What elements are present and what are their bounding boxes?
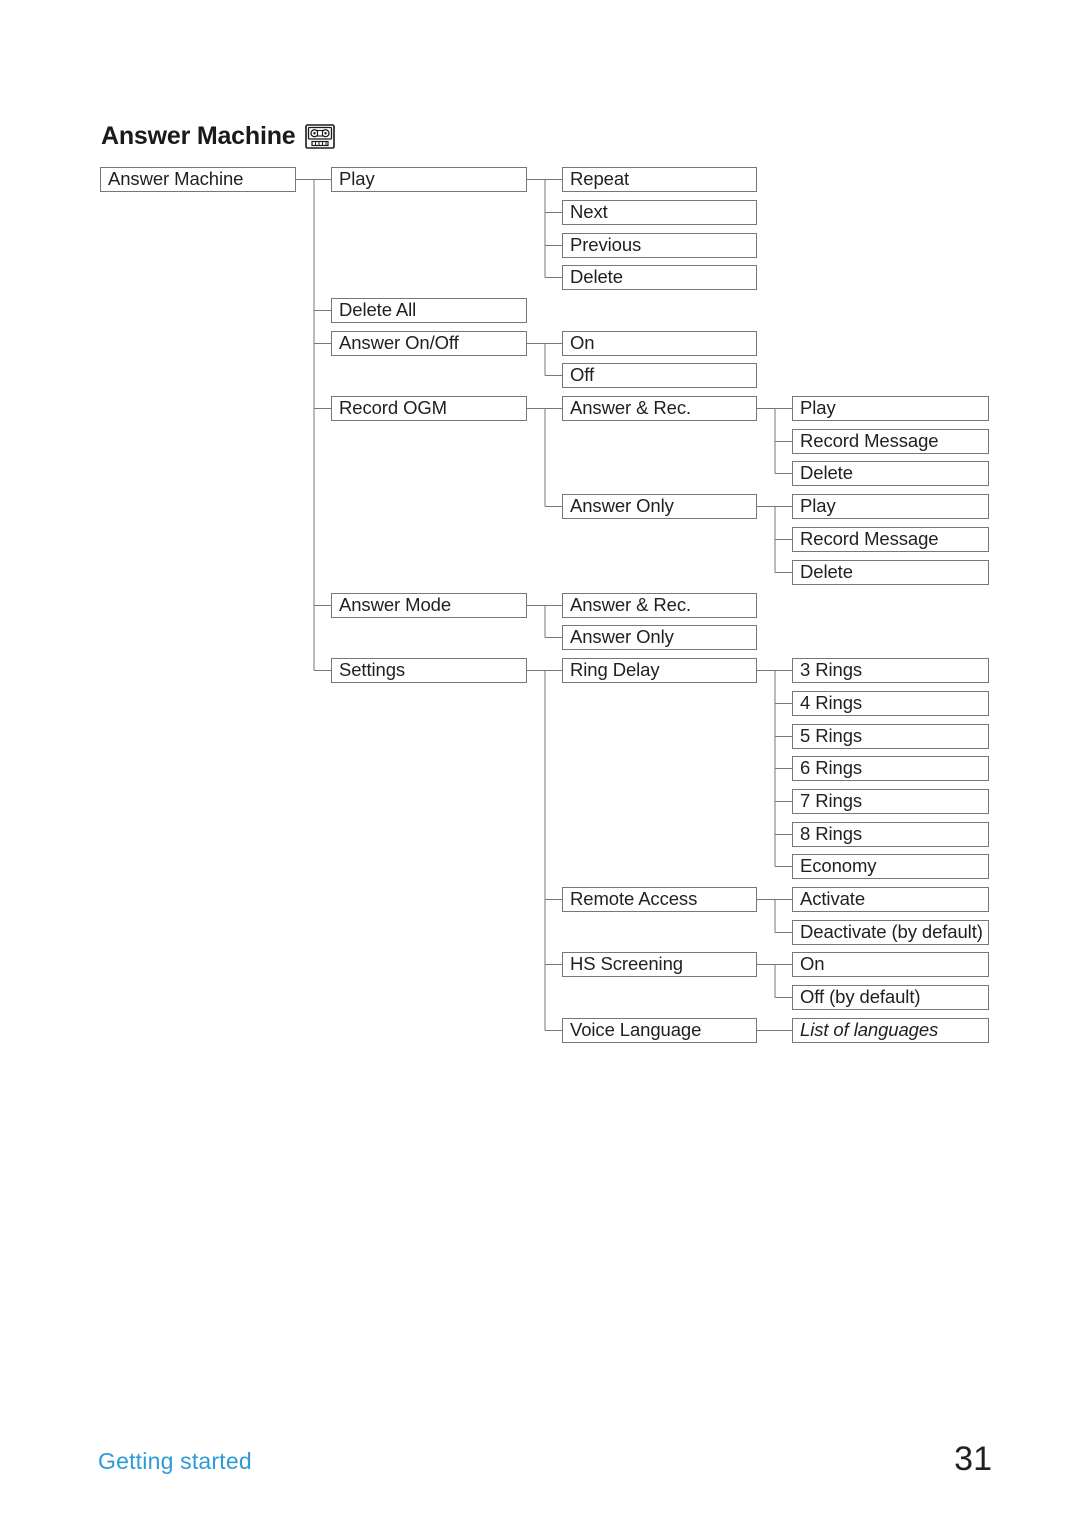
- answer-machine-menu-tree: Answer Machine Play Delete All Answer On/Of…: [0, 0, 1080, 1100]
- menu-node-deactivate-by-default: Deactivate (by default): [792, 920, 989, 945]
- menu-node-delete: Delete: [792, 560, 989, 585]
- menu-node-off: Off: [562, 363, 757, 388]
- page-number: 31: [954, 1440, 992, 1478]
- menu-node-delete: Delete: [792, 461, 989, 486]
- menu-node-answer-only: Answer Only: [562, 494, 757, 519]
- menu-node-4-rings: 4 Rings: [792, 691, 989, 716]
- menu-node-record-ogm: Record OGM: [331, 396, 527, 421]
- menu-node-remote-access: Remote Access: [562, 887, 757, 912]
- menu-node-delete-all: Delete All: [331, 298, 527, 323]
- menu-node-hs-screening: HS Screening: [562, 952, 757, 977]
- menu-node-economy: Economy: [792, 854, 989, 879]
- menu-node-6-rings: 6 Rings: [792, 756, 989, 781]
- menu-node-previous: Previous: [562, 233, 757, 258]
- menu-node-on: On: [562, 331, 757, 356]
- menu-node-5-rings: 5 Rings: [792, 724, 989, 749]
- menu-node-play: Play: [331, 167, 527, 192]
- menu-node-answer-mode: Answer Mode: [331, 593, 527, 618]
- menu-node-record-message: Record Message: [792, 429, 989, 454]
- menu-node-answer-rec: Answer & Rec.: [562, 593, 757, 618]
- menu-node-answer-rec: Answer & Rec.: [562, 396, 757, 421]
- menu-node-next: Next: [562, 200, 757, 225]
- menu-node-3-rings: 3 Rings: [792, 658, 989, 683]
- menu-node-answer-only: Answer Only: [562, 625, 757, 650]
- menu-node-play: Play: [792, 396, 989, 421]
- page-footer: Getting started 31: [0, 1440, 1080, 1508]
- menu-node-7-rings: 7 Rings: [792, 789, 989, 814]
- menu-node-off-by-default: Off (by default): [792, 985, 989, 1010]
- menu-node-repeat: Repeat: [562, 167, 757, 192]
- menu-node-ring-delay: Ring Delay: [562, 658, 757, 683]
- footer-chapter-label: Getting started: [98, 1448, 252, 1474]
- menu-node-delete: Delete: [562, 265, 757, 290]
- menu-node-answer-machine: Answer Machine: [100, 167, 296, 192]
- menu-node-record-message: Record Message: [792, 527, 989, 552]
- menu-node-play: Play: [792, 494, 989, 519]
- menu-node-activate: Activate: [792, 887, 989, 912]
- menu-node-list-of-languages: List of languages: [792, 1018, 989, 1043]
- menu-node-answer-on-off: Answer On/Off: [331, 331, 527, 356]
- menu-node-voice-language: Voice Language: [562, 1018, 757, 1043]
- menu-node-settings: Settings: [331, 658, 527, 683]
- menu-node-on: On: [792, 952, 989, 977]
- menu-node-8-rings: 8 Rings: [792, 822, 989, 847]
